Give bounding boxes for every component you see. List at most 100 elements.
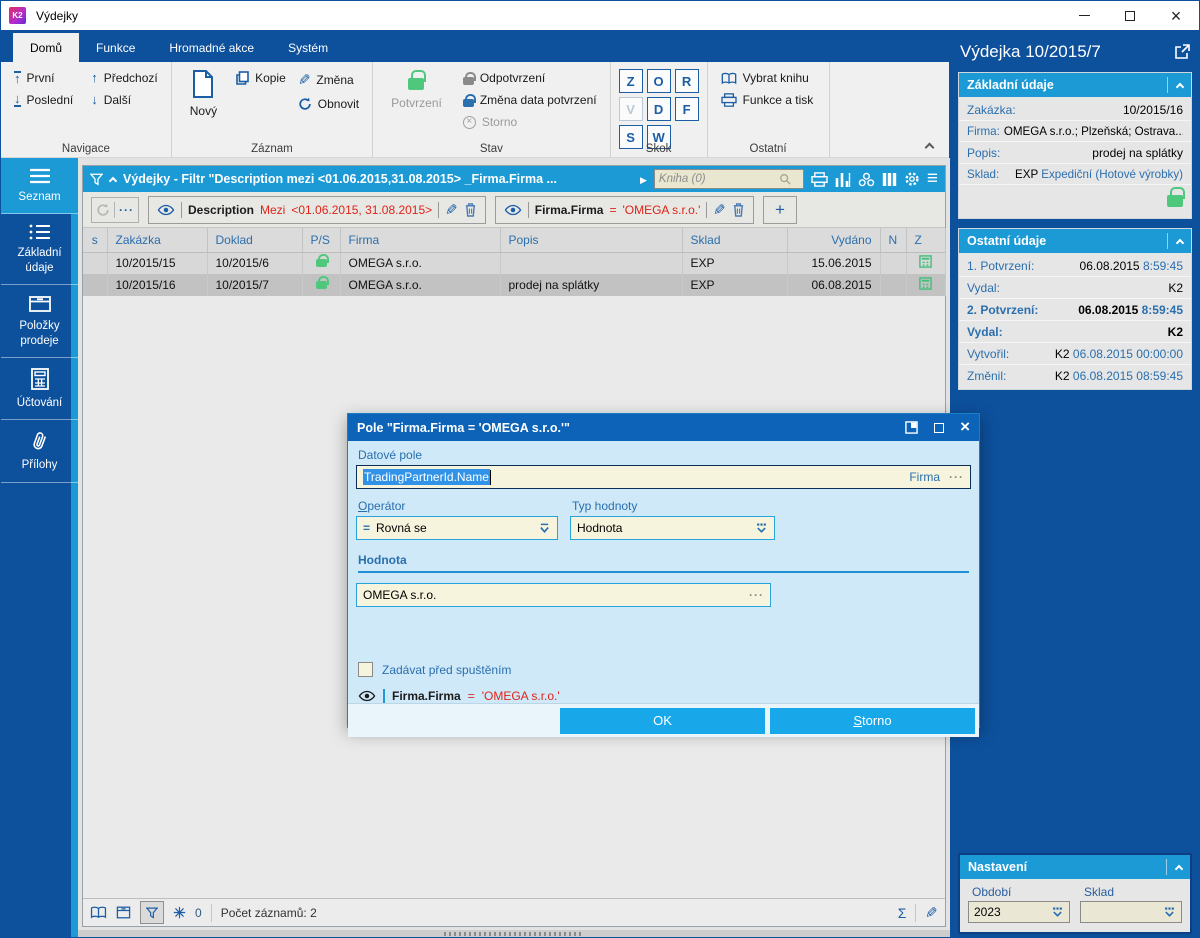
quick-edit-icon[interactable] bbox=[925, 904, 938, 922]
sklad-select[interactable] bbox=[1080, 901, 1182, 923]
obdobi-select[interactable]: 2023 bbox=[968, 901, 1070, 923]
previous-button[interactable]: ↑ Předchozí bbox=[86, 67, 163, 89]
ok-button[interactable]: OK bbox=[560, 708, 765, 734]
value-type-select[interactable]: Hodnota bbox=[570, 516, 775, 540]
minimize-button[interactable] bbox=[1061, 1, 1107, 30]
jump-key-v[interactable]: V bbox=[619, 97, 643, 121]
sidebar: Seznam Základní údaje Položky prodeje Úč… bbox=[1, 158, 78, 937]
book-search-box[interactable] bbox=[654, 169, 804, 189]
sidebar-item-uctovani[interactable]: Účtování bbox=[1, 358, 78, 420]
detail-list-icon bbox=[28, 224, 52, 240]
filter-toggle-active[interactable] bbox=[140, 901, 164, 924]
field-condition-dialog: Pole "Firma.Firma = 'OMEGA s.r.o.'" Dato… bbox=[347, 413, 980, 728]
copy-button[interactable]: Kopie bbox=[231, 67, 291, 89]
dock-icon[interactable] bbox=[905, 421, 918, 434]
data-field-input[interactable]: TradingPartnerId.Name Firma bbox=[356, 465, 971, 489]
container-icon[interactable] bbox=[116, 906, 131, 919]
dialog-footer: OK Storno bbox=[348, 703, 979, 737]
new-button[interactable]: Nový bbox=[180, 67, 227, 118]
tab-hromadne-akce[interactable]: Hromadné akce bbox=[152, 33, 271, 62]
eye-icon[interactable] bbox=[157, 204, 175, 216]
sidebar-item-zakladni-udaje[interactable]: Základní údaje bbox=[1, 214, 78, 285]
browse-button[interactable] bbox=[949, 470, 964, 484]
storno-button[interactable]: Storno bbox=[770, 708, 975, 734]
section-header[interactable]: Ostatní údaje bbox=[959, 229, 1191, 253]
tab-funkce[interactable]: Funkce bbox=[79, 33, 152, 62]
snowflake-icon[interactable] bbox=[173, 906, 186, 919]
sum-icon[interactable] bbox=[898, 905, 907, 921]
sidebar-item-polozky-prodeje[interactable]: Položky prodeje bbox=[1, 285, 78, 358]
modules-icon[interactable] bbox=[858, 172, 875, 187]
blue-lock-icon bbox=[463, 99, 474, 107]
value-browse-button[interactable] bbox=[749, 588, 764, 602]
tab-system[interactable]: Systém bbox=[271, 33, 345, 62]
section-ostatni-udaje: Ostatní údaje 1. Potvrzení: 06.08.2015 8… bbox=[958, 228, 1192, 390]
sidebar-item-seznam[interactable]: Seznam bbox=[1, 158, 78, 214]
ribbon-collapse-button[interactable] bbox=[926, 140, 935, 149]
dialog-maximize-button[interactable] bbox=[934, 423, 944, 433]
filter-tools bbox=[91, 197, 139, 223]
filter-funnel-icon[interactable] bbox=[90, 173, 103, 186]
status-bar: 0 Počet záznamů: 2 bbox=[83, 898, 945, 926]
confirm-button[interactable]: Potvrzení bbox=[381, 67, 452, 133]
eye-icon[interactable] bbox=[504, 204, 522, 216]
table-row-selected[interactable]: 10/2015/16 10/2015/7 OMEGA s.r.o. prodej… bbox=[83, 274, 945, 296]
jump-key-r[interactable]: R bbox=[675, 69, 699, 93]
book-search-input[interactable] bbox=[659, 173, 779, 185]
functions-print-button[interactable]: Funkce a tisk bbox=[716, 89, 821, 111]
section-header[interactable]: Nastavení bbox=[960, 855, 1190, 879]
sidebar-item-prilohy[interactable]: Přílohy bbox=[1, 420, 78, 482]
value-input[interactable]: OMEGA s.r.o. bbox=[356, 583, 771, 607]
filter-titlebar: Výdejky - Filtr "Description mezi <01.06… bbox=[83, 166, 945, 192]
last-button[interactable]: ↓ Poslední bbox=[9, 89, 78, 111]
more-options-button[interactable] bbox=[119, 203, 134, 217]
collapse-section-button[interactable] bbox=[1167, 77, 1183, 93]
settings-gear-icon[interactable] bbox=[904, 171, 920, 187]
collapse-section-button[interactable] bbox=[1167, 233, 1183, 249]
run-before-checkbox[interactable] bbox=[358, 662, 373, 677]
edit-condition-icon[interactable] bbox=[713, 201, 726, 219]
add-condition-button[interactable] bbox=[763, 196, 797, 224]
columns-icon[interactable] bbox=[882, 172, 897, 187]
storno-button[interactable]: Storno bbox=[458, 111, 602, 133]
unconfirm-button[interactable]: Odpotvrzení bbox=[458, 67, 602, 89]
chevron-up-icon bbox=[1176, 238, 1184, 246]
delete-condition-icon[interactable] bbox=[732, 202, 745, 217]
first-button[interactable]: ↑ První bbox=[9, 67, 78, 89]
change-confirm-date-button[interactable]: Změna data potvrzení bbox=[458, 89, 602, 111]
operator-select[interactable]: Rovná se bbox=[356, 516, 558, 540]
filter-condition-firma[interactable]: Firma.Firma = 'OMEGA s.r.o.' bbox=[495, 196, 754, 224]
refresh-button[interactable]: Obnovit bbox=[293, 93, 364, 115]
filter-condition-description[interactable]: Description Mezi <01.06.2015, 31.08.2015… bbox=[148, 196, 486, 224]
table-header-row[interactable]: s Zakázka Doklad P/S Firma Popis Sklad V… bbox=[83, 228, 945, 252]
print-icon[interactable] bbox=[811, 172, 828, 187]
edit-condition-icon[interactable] bbox=[445, 201, 458, 219]
ribbon-filler bbox=[830, 62, 949, 157]
book-icon[interactable] bbox=[90, 906, 107, 919]
refresh-disabled-icon[interactable] bbox=[96, 203, 110, 217]
jump-key-z[interactable]: Z bbox=[619, 69, 643, 93]
next-button[interactable]: ↓ Další bbox=[86, 89, 163, 111]
change-button[interactable]: Změna bbox=[293, 67, 364, 93]
table-row[interactable]: 10/2015/15 10/2015/6 OMEGA s.r.o. EXP 15… bbox=[83, 252, 945, 274]
jump-key-d[interactable]: D bbox=[647, 97, 671, 121]
menu-icon[interactable] bbox=[927, 168, 938, 190]
dialog-close-button[interactable] bbox=[960, 421, 970, 435]
resize-grip[interactable] bbox=[444, 932, 584, 936]
field-row: Firma: OMEGA s.r.o.; Plzeňská; Ostrava..… bbox=[959, 121, 1191, 142]
collapse-chevron-icon[interactable] bbox=[109, 176, 117, 184]
section-header[interactable]: Základní údaje bbox=[959, 73, 1191, 97]
external-link-icon[interactable] bbox=[1174, 44, 1190, 60]
collapse-section-button[interactable] bbox=[1166, 859, 1182, 875]
select-book-button[interactable]: Vybrat knihu bbox=[716, 67, 821, 89]
dialog-titlebar[interactable]: Pole "Firma.Firma = 'OMEGA s.r.o.'" bbox=[348, 414, 979, 441]
chart-icon[interactable] bbox=[835, 172, 851, 187]
tab-domu[interactable]: Domů bbox=[13, 33, 79, 62]
maximize-button[interactable] bbox=[1107, 1, 1153, 30]
delete-condition-icon[interactable] bbox=[464, 202, 477, 217]
play-icon[interactable] bbox=[640, 172, 647, 186]
jump-key-o[interactable]: O bbox=[647, 69, 671, 93]
close-button[interactable] bbox=[1153, 1, 1199, 30]
selected-text: TradingPartnerId.Name bbox=[363, 469, 490, 485]
jump-key-f[interactable]: F bbox=[675, 97, 699, 121]
